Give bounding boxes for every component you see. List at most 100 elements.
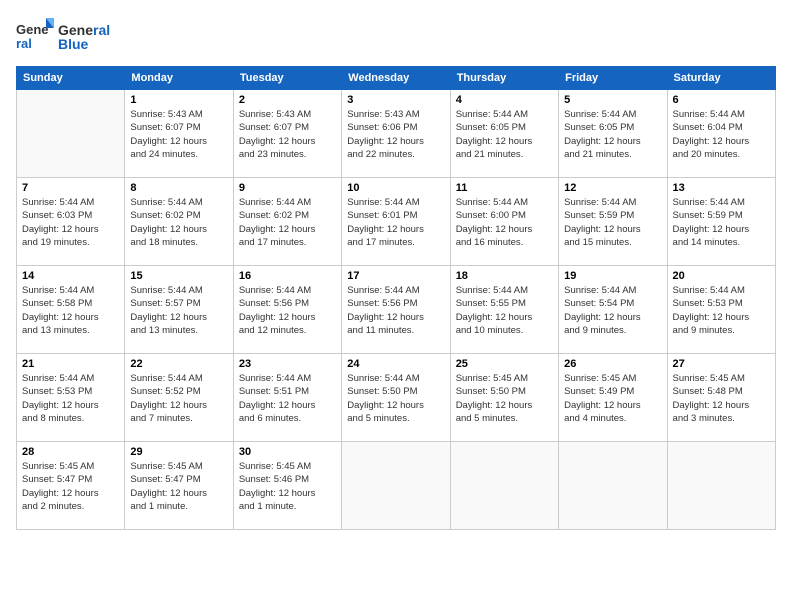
day-info: Sunrise: 5:44 AM Sunset: 6:05 PM Dayligh… [456, 108, 553, 161]
day-info: Sunrise: 5:45 AM Sunset: 5:47 PM Dayligh… [22, 460, 119, 513]
day-cell: 26 Sunrise: 5:45 AM Sunset: 5:49 PM Dayli… [559, 354, 667, 442]
day-cell: 19 Sunrise: 5:44 AM Sunset: 5:54 PM Dayli… [559, 266, 667, 354]
day-number: 29 [130, 446, 227, 458]
day-info: Sunrise: 5:45 AM Sunset: 5:49 PM Dayligh… [564, 372, 661, 425]
day-cell: 3 Sunrise: 5:43 AM Sunset: 6:06 PM Daylig… [342, 90, 450, 178]
day-info: Sunrise: 5:44 AM Sunset: 5:59 PM Dayligh… [673, 196, 770, 249]
day-cell: 17Sunrise: 5:44 AM Sunset: 5:56 PM Dayli… [342, 266, 450, 354]
day-number: 24 [347, 358, 444, 370]
day-number: 14 [22, 270, 119, 282]
day-info: Sunrise: 5:44 AM Sunset: 6:05 PM Dayligh… [564, 108, 661, 161]
day-number: 7 [22, 182, 119, 194]
day-number: 30 [239, 446, 336, 458]
day-cell: 2 Sunrise: 5:43 AM Sunset: 6:07 PM Daylig… [233, 90, 341, 178]
day-cell [667, 442, 775, 530]
day-number: 5 [564, 94, 661, 106]
day-number: 1 [130, 94, 227, 106]
day-cell: 18Sunrise: 5:44 AM Sunset: 5:55 PM Dayli… [450, 266, 558, 354]
day-cell: 28 Sunrise: 5:45 AM Sunset: 5:47 PM Dayli… [17, 442, 125, 530]
column-header-thursday: Thursday [450, 67, 558, 90]
day-info: Sunrise: 5:44 AM Sunset: 5:50 PM Dayligh… [347, 372, 444, 425]
day-info: Sunrise: 5:43 AM Sunset: 6:07 PM Dayligh… [130, 108, 227, 161]
day-cell: 25 Sunrise: 5:45 AM Sunset: 5:50 PM Dayli… [450, 354, 558, 442]
day-info: Sunrise: 5:44 AM Sunset: 5:51 PM Dayligh… [239, 372, 336, 425]
column-header-saturday: Saturday [667, 67, 775, 90]
day-info: Sunrise: 5:44 AM Sunset: 6:00 PM Dayligh… [456, 196, 553, 249]
day-info: Sunrise: 5:44 AM Sunset: 6:02 PM Dayligh… [130, 196, 227, 249]
day-number: 28 [22, 446, 119, 458]
day-info: Sunrise: 5:43 AM Sunset: 6:06 PM Dayligh… [347, 108, 444, 161]
day-number: 25 [456, 358, 553, 370]
day-number: 2 [239, 94, 336, 106]
day-cell: 6Sunrise: 5:44 AM Sunset: 6:04 PM Daylig… [667, 90, 775, 178]
day-cell: 30 Sunrise: 5:45 AM Sunset: 5:46 PM Dayli… [233, 442, 341, 530]
day-number: 16 [239, 270, 336, 282]
day-cell: 10Sunrise: 5:44 AM Sunset: 6:01 PM Dayli… [342, 178, 450, 266]
day-number: 23 [239, 358, 336, 370]
week-row-4: 21 Sunrise: 5:44 AM Sunset: 5:53 PM Dayli… [17, 354, 776, 442]
day-number: 27 [673, 358, 770, 370]
calendar-table: SundayMondayTuesdayWednesdayThursdayFrid… [16, 66, 776, 530]
header-row: SundayMondayTuesdayWednesdayThursdayFrid… [17, 67, 776, 90]
day-number: 4 [456, 94, 553, 106]
day-info: Sunrise: 5:43 AM Sunset: 6:07 PM Dayligh… [239, 108, 336, 161]
day-cell: 21 Sunrise: 5:44 AM Sunset: 5:53 PM Dayli… [17, 354, 125, 442]
day-number: 18 [456, 270, 553, 282]
day-cell: 27 Sunrise: 5:45 AM Sunset: 5:48 PM Dayli… [667, 354, 775, 442]
day-cell: 29 Sunrise: 5:45 AM Sunset: 5:47 PM Dayli… [125, 442, 233, 530]
day-number: 22 [130, 358, 227, 370]
week-row-5: 28 Sunrise: 5:45 AM Sunset: 5:47 PM Dayli… [17, 442, 776, 530]
day-info: Sunrise: 5:44 AM Sunset: 5:53 PM Dayligh… [22, 372, 119, 425]
day-cell: 11 Sunrise: 5:44 AM Sunset: 6:00 PM Dayli… [450, 178, 558, 266]
day-info: Sunrise: 5:44 AM Sunset: 6:01 PM Dayligh… [347, 196, 444, 249]
svg-text:Gene: Gene [16, 22, 49, 37]
day-info: Sunrise: 5:45 AM Sunset: 5:46 PM Dayligh… [239, 460, 336, 513]
day-cell: 22 Sunrise: 5:44 AM Sunset: 5:52 PM Dayli… [125, 354, 233, 442]
day-cell: 5 Sunrise: 5:44 AM Sunset: 6:05 PM Daylig… [559, 90, 667, 178]
day-info: Sunrise: 5:44 AM Sunset: 5:59 PM Dayligh… [564, 196, 661, 249]
day-number: 12 [564, 182, 661, 194]
day-info: Sunrise: 5:44 AM Sunset: 5:56 PM Dayligh… [347, 284, 444, 337]
day-cell: 12 Sunrise: 5:44 AM Sunset: 5:59 PM Dayli… [559, 178, 667, 266]
day-info: Sunrise: 5:44 AM Sunset: 5:56 PM Dayligh… [239, 284, 336, 337]
day-info: Sunrise: 5:45 AM Sunset: 5:48 PM Dayligh… [673, 372, 770, 425]
column-header-sunday: Sunday [17, 67, 125, 90]
column-header-monday: Monday [125, 67, 233, 90]
day-number: 21 [22, 358, 119, 370]
calendar-body: 1 Sunrise: 5:43 AM Sunset: 6:07 PM Daylig… [17, 90, 776, 530]
day-info: Sunrise: 5:44 AM Sunset: 5:57 PM Dayligh… [130, 284, 227, 337]
week-row-1: 1 Sunrise: 5:43 AM Sunset: 6:07 PM Daylig… [17, 90, 776, 178]
day-number: 13 [673, 182, 770, 194]
day-cell [342, 442, 450, 530]
day-cell: 9Sunrise: 5:44 AM Sunset: 6:02 PM Daylig… [233, 178, 341, 266]
day-info: Sunrise: 5:44 AM Sunset: 5:53 PM Dayligh… [673, 284, 770, 337]
day-cell: 20Sunrise: 5:44 AM Sunset: 5:53 PM Dayli… [667, 266, 775, 354]
day-info: Sunrise: 5:44 AM Sunset: 5:54 PM Dayligh… [564, 284, 661, 337]
logo-blue-label: ral [93, 22, 110, 38]
day-number: 11 [456, 182, 553, 194]
week-row-3: 14Sunrise: 5:44 AM Sunset: 5:58 PM Dayli… [17, 266, 776, 354]
day-cell: 1 Sunrise: 5:43 AM Sunset: 6:07 PM Daylig… [125, 90, 233, 178]
day-cell: 4 Sunrise: 5:44 AM Sunset: 6:05 PM Daylig… [450, 90, 558, 178]
day-number: 26 [564, 358, 661, 370]
day-cell: 15 Sunrise: 5:44 AM Sunset: 5:57 PM Dayli… [125, 266, 233, 354]
logo-svg: Gene ral [16, 16, 54, 58]
day-cell [450, 442, 558, 530]
day-cell: 16 Sunrise: 5:44 AM Sunset: 5:56 PM Dayli… [233, 266, 341, 354]
day-number: 8 [130, 182, 227, 194]
day-info: Sunrise: 5:44 AM Sunset: 5:52 PM Dayligh… [130, 372, 227, 425]
day-number: 6 [673, 94, 770, 106]
logo: Gene ral General Blue [16, 16, 110, 58]
day-cell: 13 Sunrise: 5:44 AM Sunset: 5:59 PM Dayli… [667, 178, 775, 266]
day-cell: 7 Sunrise: 5:44 AM Sunset: 6:03 PM Daylig… [17, 178, 125, 266]
day-number: 15 [130, 270, 227, 282]
day-cell: 23 Sunrise: 5:44 AM Sunset: 5:51 PM Dayli… [233, 354, 341, 442]
svg-text:ral: ral [16, 36, 32, 51]
column-header-wednesday: Wednesday [342, 67, 450, 90]
day-info: Sunrise: 5:44 AM Sunset: 6:03 PM Dayligh… [22, 196, 119, 249]
day-info: Sunrise: 5:45 AM Sunset: 5:50 PM Dayligh… [456, 372, 553, 425]
day-info: Sunrise: 5:45 AM Sunset: 5:47 PM Dayligh… [130, 460, 227, 513]
day-number: 3 [347, 94, 444, 106]
day-number: 19 [564, 270, 661, 282]
calendar-header: SundayMondayTuesdayWednesdayThursdayFrid… [17, 67, 776, 90]
